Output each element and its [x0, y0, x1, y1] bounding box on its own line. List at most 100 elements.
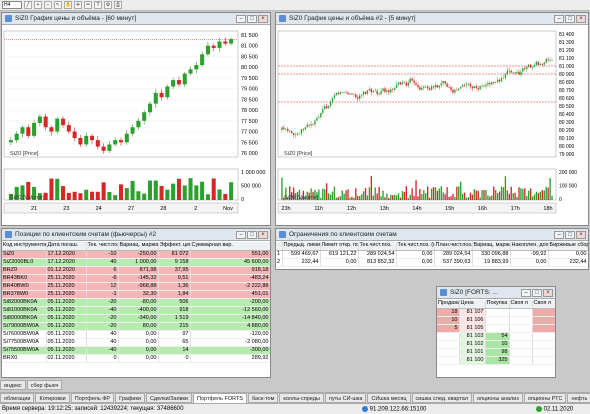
expiry-date-cell[interactable]: 05.11.2020 [46, 338, 87, 347]
limits-window-titlebar[interactable]: Ограничения по клиентским счетам – □ × [276, 229, 588, 241]
net-position-cell[interactable]: -6 [86, 274, 119, 283]
effective-price-cell[interactable]: 1,84 [158, 290, 191, 299]
workspace-tab[interactable]: индекс [0, 380, 26, 390]
effective-price-cell[interactable]: 918 [158, 306, 191, 315]
own-buy-cell[interactable] [509, 316, 533, 325]
own-buy-cell[interactable] [509, 348, 533, 357]
expiry-date-cell[interactable]: 17.12.2020 [46, 258, 87, 267]
column-header[interactable]: Код инструмента [2, 242, 47, 251]
orderbook-row[interactable]: 81 101 98 [437, 348, 555, 357]
chart-window-5min-titlebar[interactable]: SiZ0 График цены и объёма #2 - [5 минут]… [276, 13, 588, 25]
workspace-tab[interactable]: сбер фьюч [26, 380, 63, 390]
instrument-code-cell[interactable]: Si79000BW0A [2, 322, 47, 331]
total-variation-cell[interactable]: -483,24 [190, 274, 270, 283]
total-variation-cell[interactable]: -200,00 [190, 298, 270, 307]
own-buy-cell[interactable] [509, 324, 533, 333]
orderbook-row[interactable]: 10 81 106 [437, 316, 555, 325]
column-header[interactable]: Продажа [437, 300, 460, 309]
workspace-tab[interactable]: Портфель FORTS [193, 393, 248, 403]
limit-value-cell[interactable]: -99,92 [510, 250, 549, 259]
expiry-date-cell[interactable]: 17.12.2020 [46, 250, 87, 259]
effective-price-cell[interactable]: 0 [158, 354, 191, 363]
net-position-cell[interactable]: -10 [86, 250, 119, 259]
table-row[interactable]: BR40BW0 25.11.2020 12 -968,88 1,36 -2 222,88 [2, 282, 270, 291]
limit-value-cell[interactable]: 0,00 [548, 250, 588, 259]
close-button[interactable]: × [576, 14, 586, 23]
close-button[interactable]: × [258, 230, 268, 239]
workspace-tab[interactable]: коллы-спреды [279, 393, 324, 403]
column-header[interactable]: Эффект. цена [158, 242, 191, 251]
zoom-out-icon[interactable]: − [44, 1, 52, 9]
instrument-code-cell[interactable]: Si82000BK0A [2, 298, 47, 307]
limit-value-cell[interactable]: 289 024,54 [434, 250, 473, 259]
own-sell-cell[interactable] [532, 348, 555, 357]
sell-volume-cell[interactable]: 5 [437, 324, 460, 333]
workspace-tab[interactable]: Сделки/Заявки [145, 393, 192, 403]
sell-volume-cell[interactable]: 10 [437, 316, 460, 325]
price-level-cell[interactable]: 81 100 [459, 356, 486, 365]
limit-value-cell[interactable]: 0,00 [396, 250, 435, 259]
interval-select[interactable]: H4 [2, 1, 22, 9]
table-row[interactable]: BRX0 02.11.2020 0 0,00 0 289,92 [2, 354, 270, 363]
buy-volume-cell[interactable] [485, 324, 510, 333]
maximize-button[interactable]: □ [247, 14, 257, 23]
workspace-tab[interactable]: облигации [0, 393, 35, 403]
column-header[interactable]: Дата погаш. [46, 242, 87, 251]
own-buy-cell[interactable] [509, 340, 533, 349]
workspace-tab[interactable]: Котировки [35, 393, 70, 403]
column-header[interactable]: Вариац. маржа [472, 242, 511, 251]
table-row[interactable]: Si81000BK0A 05.11.2020 -40 -400,00 918 -12 56… [2, 306, 270, 315]
total-variation-cell[interactable]: -120,00 [190, 330, 270, 339]
buy-volume-cell[interactable]: 325 [485, 356, 510, 365]
variation-margin-cell[interactable]: 32,30 [118, 290, 159, 299]
positions-window-titlebar[interactable]: Позиции по клиентским счетам (фьючерсы) … [2, 229, 270, 241]
own-sell-cell[interactable] [532, 356, 555, 365]
column-header[interactable]: Тек.чист.поз. [358, 242, 397, 251]
limit-value-cell[interactable]: 232,44 [282, 258, 321, 267]
expiry-date-cell[interactable]: 25.11.2020 [46, 274, 87, 283]
total-variation-cell[interactable]: -300,00 [190, 346, 270, 355]
expiry-date-cell[interactable]: 05.11.2020 [46, 298, 87, 307]
total-variation-cell[interactable]: 289,92 [190, 354, 270, 363]
instrument-code-cell[interactable]: Si80000BK0A [2, 314, 47, 323]
column-header[interactable]: Лимит откр. поз. [320, 242, 359, 251]
total-variation-cell[interactable]: 4 880,00 [190, 322, 270, 331]
expiry-date-cell[interactable]: 05.11.2020 [46, 306, 87, 315]
effective-price-cell[interactable]: 0,51 [158, 274, 191, 283]
net-position-cell[interactable]: -40 [86, 346, 119, 355]
column-header[interactable]: Суммарная вар. [190, 242, 270, 251]
maximize-button[interactable]: □ [532, 288, 542, 297]
net-position-cell[interactable]: 40 [86, 258, 119, 267]
own-sell-cell[interactable] [532, 332, 555, 341]
buy-volume-cell[interactable] [485, 316, 510, 325]
table-row[interactable]: SiZ2000BL0 17.12.2020 40 1 000,00 9 158 45 60… [2, 258, 270, 267]
settings-icon[interactable]: ⚙ [104, 1, 112, 9]
close-button[interactable]: × [576, 230, 586, 239]
variation-margin-cell[interactable]: -400,00 [118, 306, 159, 315]
instrument-code-cell[interactable]: SiZ2000BL0 [2, 258, 47, 267]
print-icon[interactable]: ⎙ [114, 1, 122, 9]
sell-volume-cell[interactable] [437, 340, 460, 349]
chart-window-60min-titlebar[interactable]: SiZ0 График цены и объёма - [60 минут] –… [2, 13, 270, 25]
expiry-date-cell[interactable]: 01.12.2020 [46, 266, 87, 275]
orderbook-row[interactable]: 81 102 10 [437, 340, 555, 349]
table-row[interactable]: Si79000BW0A 05.11.2020 -20 80,00 215 4 880,00 [2, 322, 270, 331]
text-icon[interactable]: T [94, 1, 102, 9]
variation-margin-cell[interactable]: 1 000,00 [118, 258, 159, 267]
column-header[interactable]: Своя л [532, 300, 555, 309]
table-row[interactable]: 2 232,44 0,00 813 852,32 0,00 537 390,63 19 88… [276, 258, 588, 267]
minimize-button[interactable]: – [236, 230, 246, 239]
table-row[interactable]: Si80000BK0A 05.11.2020 -20 -340,00 1 519 -14 … [2, 314, 270, 323]
instrument-code-cell[interactable]: Si75500BW0A [2, 346, 47, 355]
variation-margin-cell[interactable]: 871,98 [118, 266, 159, 275]
column-header[interactable]: Своя п [509, 300, 533, 309]
column-header[interactable]: План.чист.поз. [434, 242, 473, 251]
column-header[interactable]: Накоплен. доход [510, 242, 549, 251]
total-variation-cell[interactable]: 551,00 [190, 250, 270, 259]
orderbook-window-titlebar[interactable]: SiZ0 [FORTS: ... – □ × [437, 287, 555, 299]
own-sell-cell[interactable] [532, 316, 555, 325]
minimize-button[interactable]: – [554, 14, 564, 23]
net-position-cell[interactable]: -1 [86, 290, 119, 299]
limit-value-cell[interactable]: 0,00 [510, 258, 549, 267]
limit-value-cell[interactable]: 232,44 [548, 258, 588, 267]
